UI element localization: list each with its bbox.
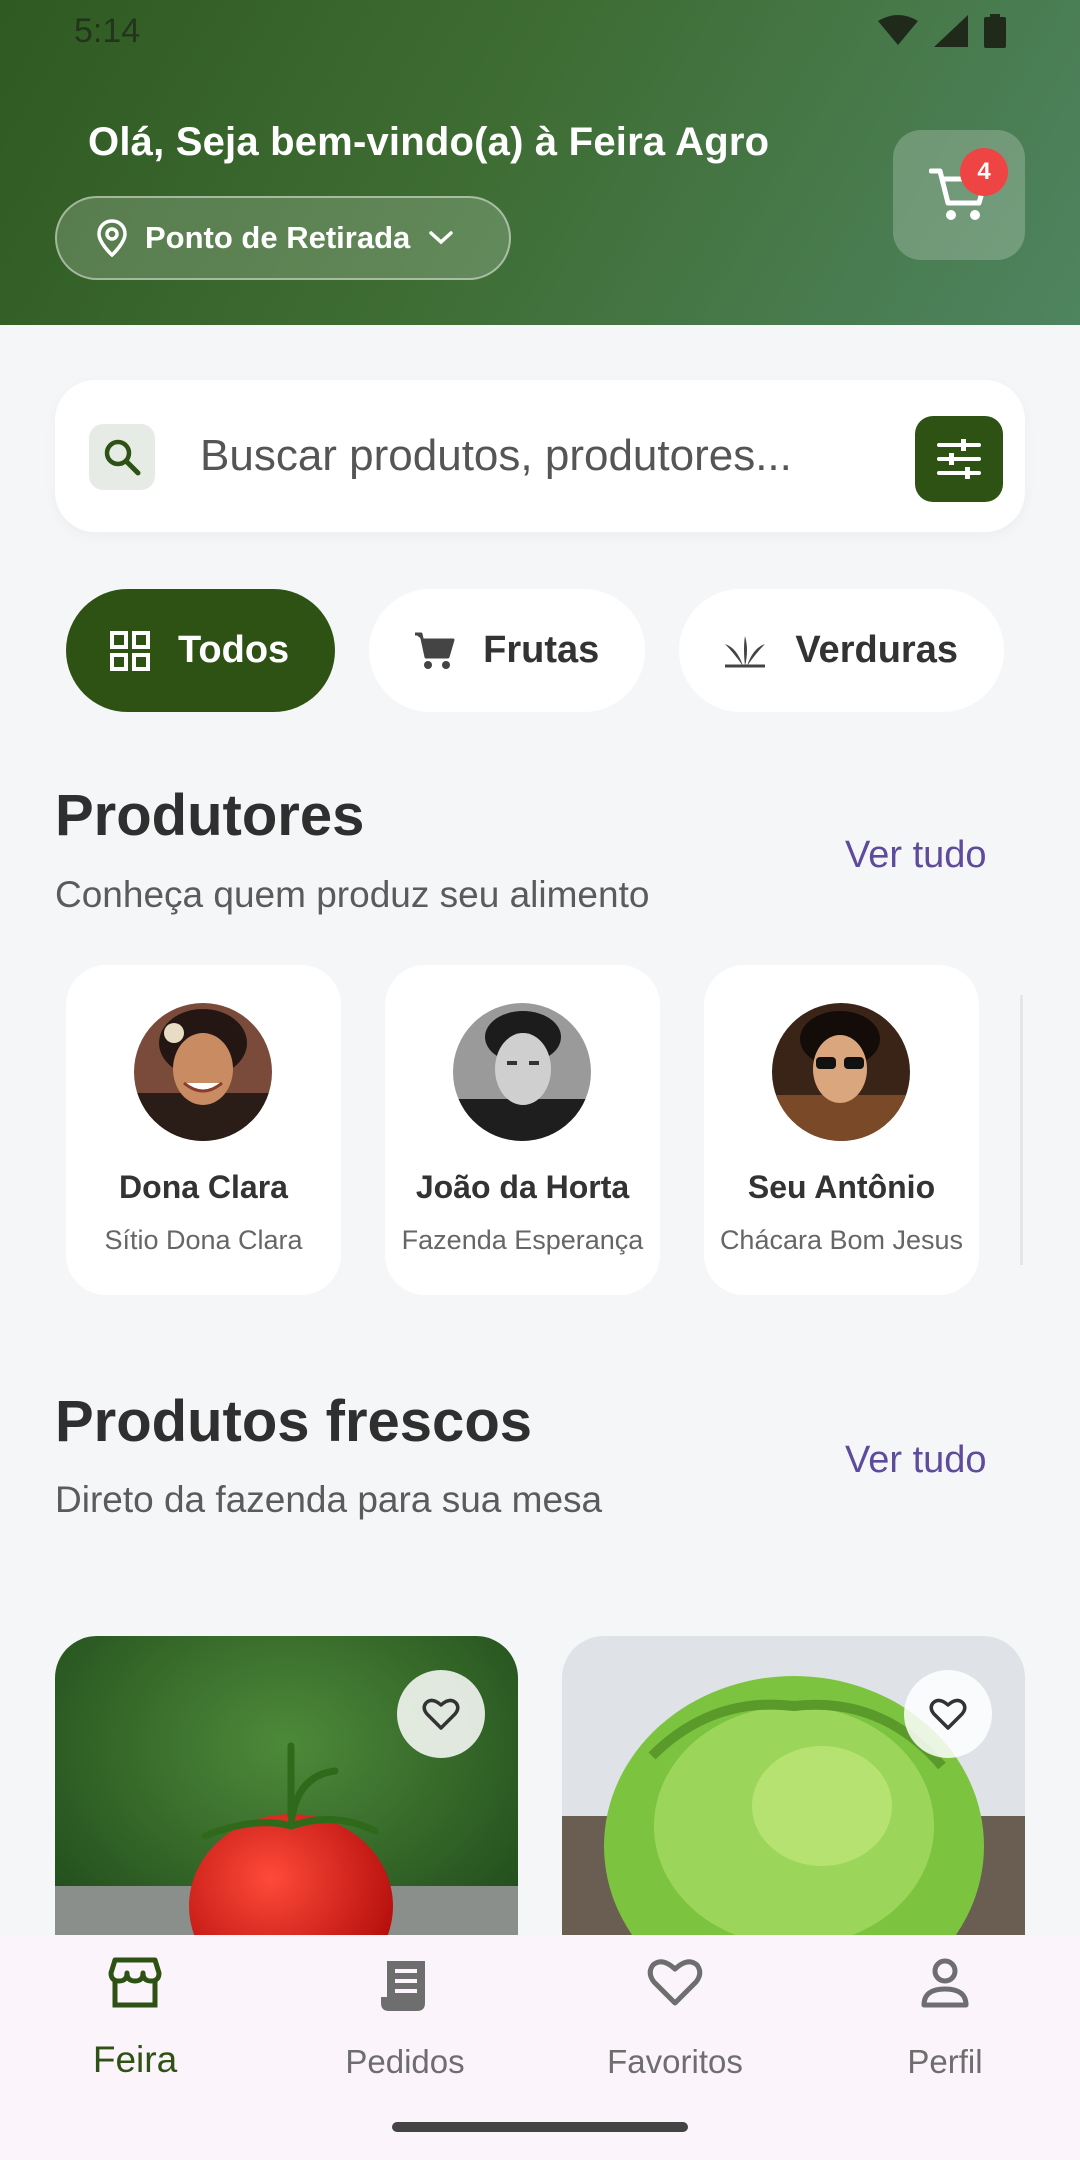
app-screen: 5:14 Olá, Seja bem-vindo(a) à Feira Agro… — [0, 0, 1080, 2160]
products-section-title: Produtos frescos — [55, 1389, 532, 1454]
nav-item-favoritos[interactable]: Favoritos — [540, 1935, 810, 2125]
producer-avatar — [134, 1003, 272, 1141]
store-icon — [108, 1957, 162, 2008]
producer-name: João da Horta — [415, 1169, 630, 1205]
pickup-location-selector[interactable]: Ponto de Retirada — [55, 196, 511, 280]
pickup-location-label: Ponto de Retirada — [145, 220, 411, 255]
heart-outline-icon — [422, 1698, 460, 1730]
producer-farm: Fazenda Esperança — [401, 1225, 644, 1255]
category-chips: Todos Frutas Verduras — [66, 589, 1004, 712]
leaf-icon — [723, 634, 767, 668]
signal-icon — [934, 15, 968, 47]
search-button[interactable] — [89, 424, 155, 490]
producer-card[interactable]: Dona Clara Sítio Dona Clara — [66, 965, 341, 1295]
producer-card[interactable]: João da Horta Fazenda Esperança — [385, 965, 660, 1295]
receipt-icon — [381, 1961, 425, 2011]
wifi-icon — [878, 15, 918, 45]
heart-outline-icon — [929, 1698, 967, 1730]
producer-avatar — [772, 1003, 910, 1141]
search-input[interactable] — [200, 420, 800, 492]
grid-icon — [110, 630, 150, 671]
search-icon — [104, 439, 141, 476]
producer-farm: Sítio Dona Clara — [104, 1225, 303, 1255]
home-indicator[interactable] — [392, 2122, 688, 2132]
nav-item-pedidos[interactable]: Pedidos — [270, 1935, 540, 2125]
producers-see-all-link[interactable]: Ver tudo — [845, 834, 987, 877]
battery-icon — [984, 14, 1006, 48]
category-chip-label: Frutas — [483, 629, 600, 671]
category-chip-todos[interactable]: Todos — [66, 589, 336, 712]
tune-icon — [937, 439, 981, 479]
status-time: 5:14 — [74, 12, 141, 50]
products-section-subtitle: Direto da fazenda para sua mesa — [55, 1479, 603, 1520]
nav-label: Favoritos — [607, 2043, 743, 2080]
cart-button[interactable] — [893, 130, 1025, 260]
nav-label: Perfil — [907, 2043, 983, 2080]
location-pin-icon — [97, 219, 127, 257]
nav-item-perfil[interactable]: Perfil — [810, 1935, 1080, 2125]
nav-label: Feira — [92, 2039, 178, 2080]
nav-item-feira[interactable]: Feira — [0, 1935, 270, 2125]
heart-icon — [647, 1959, 703, 2006]
header: 5:14 Olá, Seja bem-vindo(a) à Feira Agro… — [0, 0, 1080, 325]
producers-section-subtitle: Conheça quem produz seu alimento — [55, 874, 650, 915]
greeting-title: Olá, Seja bem-vindo(a) à Feira Agro — [88, 120, 770, 164]
producers-section-title: Produtores — [55, 783, 365, 848]
status-icons — [878, 14, 1006, 48]
filter-button[interactable] — [915, 416, 1003, 502]
producer-avatar — [453, 1003, 591, 1141]
producers-carousel: Dona Clara Sítio Dona Clara João da Hort… — [66, 965, 979, 1295]
category-chip-frutas[interactable]: Frutas — [369, 589, 646, 712]
chevron-down-icon — [429, 231, 454, 245]
cart-count-badge: 4 — [960, 148, 1008, 196]
nav-label: Pedidos — [345, 2043, 465, 2080]
favorite-button[interactable] — [397, 1670, 485, 1758]
category-chip-label: Todos — [178, 629, 290, 671]
producer-card[interactable]: Seu Antônio Chácara Bom Jesus — [704, 965, 979, 1295]
producer-farm: Chácara Bom Jesus — [719, 1225, 964, 1255]
products-see-all-link[interactable]: Ver tudo — [845, 1439, 987, 1482]
category-chip-label: Verduras — [795, 629, 958, 671]
person-icon — [921, 1958, 969, 2008]
favorite-button[interactable] — [904, 1670, 992, 1758]
producer-name: Dona Clara — [119, 1169, 288, 1205]
producer-name: Seu Antônio — [747, 1169, 936, 1205]
next-card-edge — [1020, 995, 1023, 1265]
search-bar — [55, 380, 1025, 532]
category-chip-verduras[interactable]: Verduras — [679, 589, 1004, 712]
cart-icon — [413, 631, 455, 671]
